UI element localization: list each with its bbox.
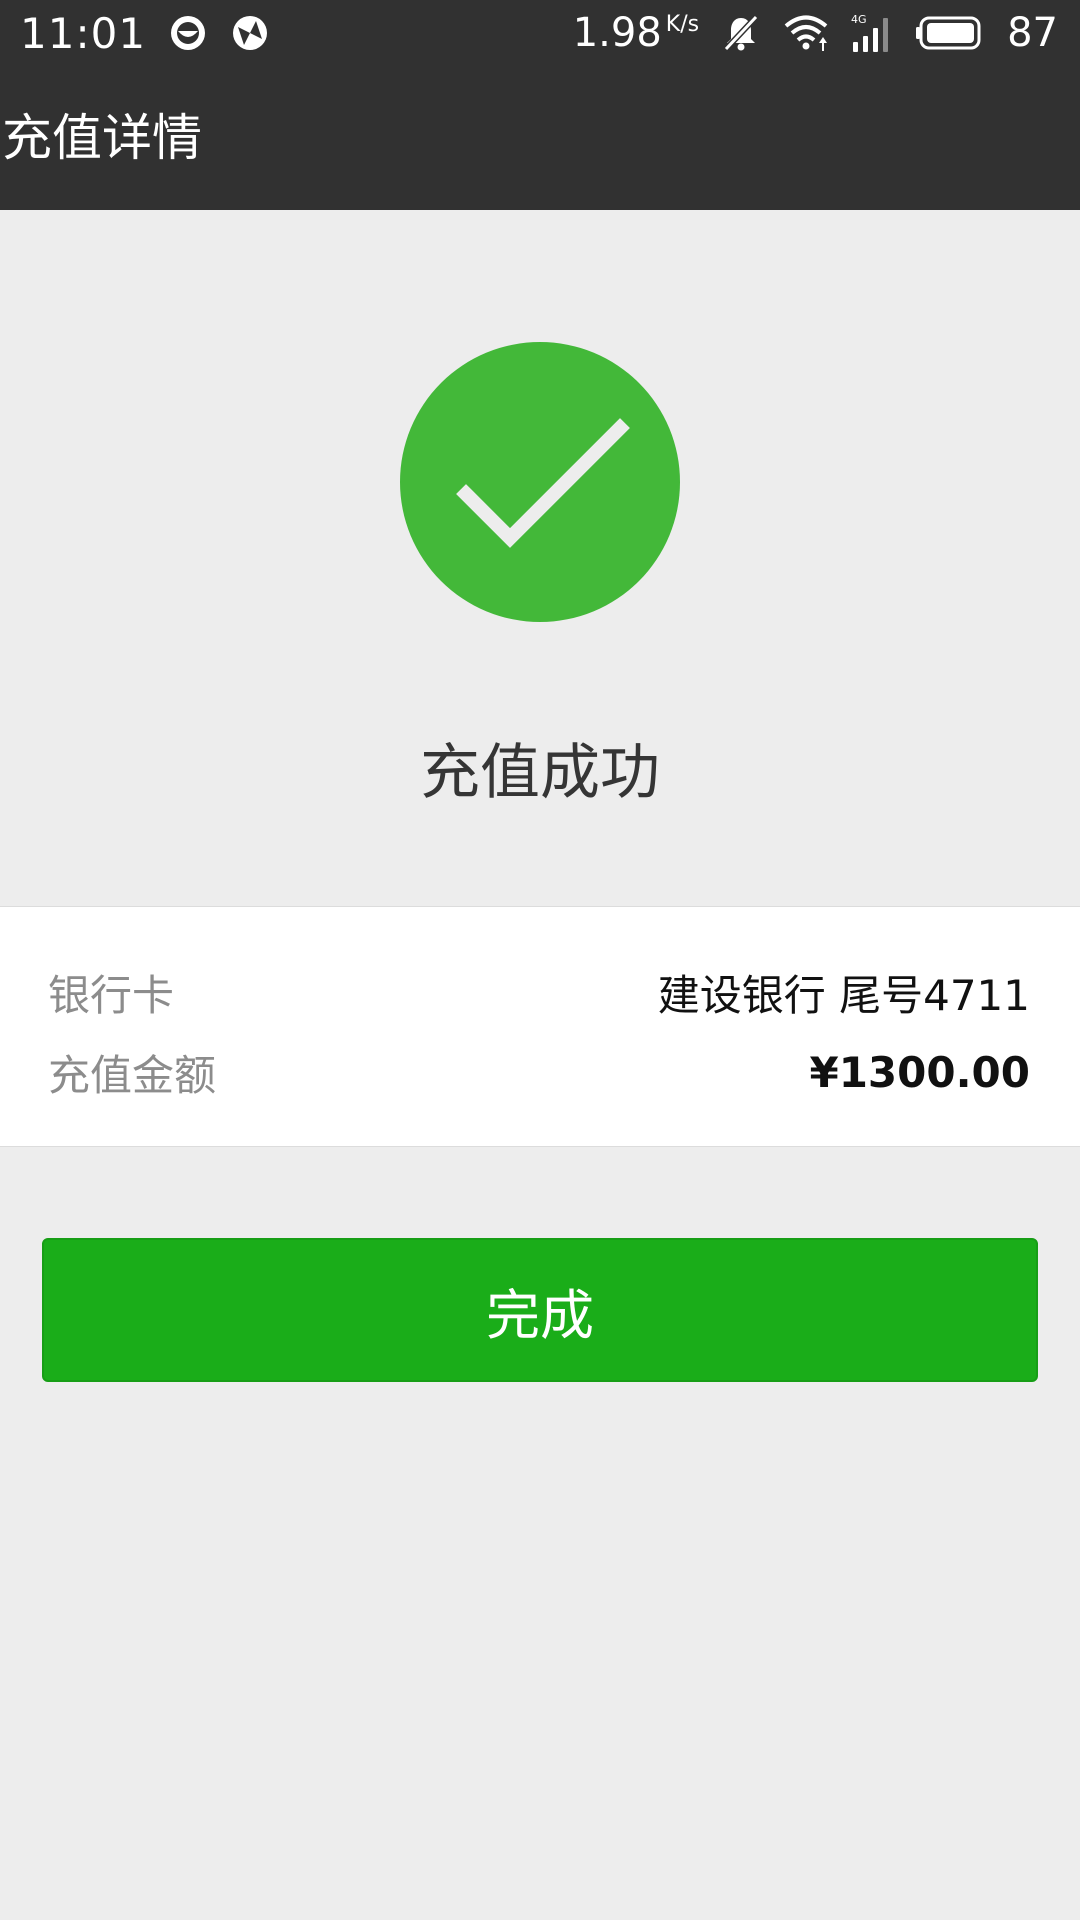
done-button[interactable]: 完成 — [42, 1238, 1038, 1382]
toolbar: 充值详情 — [0, 66, 1080, 210]
amount-row: 充值金额 ¥1300.00 — [48, 1037, 1030, 1107]
bank-card-row: 银行卡 建设银行 尾号4711 — [48, 957, 1030, 1027]
battery-icon — [915, 13, 985, 53]
muted-bell-icon — [721, 13, 761, 53]
amount-value: ¥1300.00 — [809, 1047, 1030, 1097]
battery-level: 87 — [1007, 10, 1058, 56]
amount-label: 充值金额 — [48, 1050, 217, 1100]
recharge-info-card: 银行卡 建设银行 尾号4711 充值金额 ¥1300.00 — [0, 906, 1080, 1147]
status-left: 11:01 — [20, 0, 270, 66]
svg-text:4G: 4G — [851, 13, 867, 26]
page-title: 充值详情 — [2, 109, 202, 167]
status-right: 1.98 K/s 4G 87 — [573, 0, 1058, 66]
success-check-icon — [400, 342, 680, 622]
recharge-detail-screen: 11:01 1.98 K/s 4G 87 充值详情 充值成功 银行卡 建设银行 … — [0, 0, 1080, 1920]
wifi-icon — [783, 13, 829, 53]
result-status-text: 充值成功 — [420, 738, 660, 808]
app-notification-icon — [168, 13, 208, 53]
network-speed-value: 1.98 — [572, 10, 662, 56]
cell-signal-icon: 4G — [851, 12, 893, 54]
bank-card-label: 银行卡 — [48, 970, 175, 1020]
bank-card-value: 建设银行 尾号4711 — [657, 970, 1030, 1020]
status-bar: 11:01 1.98 K/s 4G 87 — [0, 0, 1080, 66]
network-speed: 1.98 K/s — [573, 10, 699, 56]
status-time: 11:01 — [20, 8, 147, 58]
network-speed-unit: K/s — [665, 12, 700, 37]
app-sync-icon — [230, 13, 270, 53]
